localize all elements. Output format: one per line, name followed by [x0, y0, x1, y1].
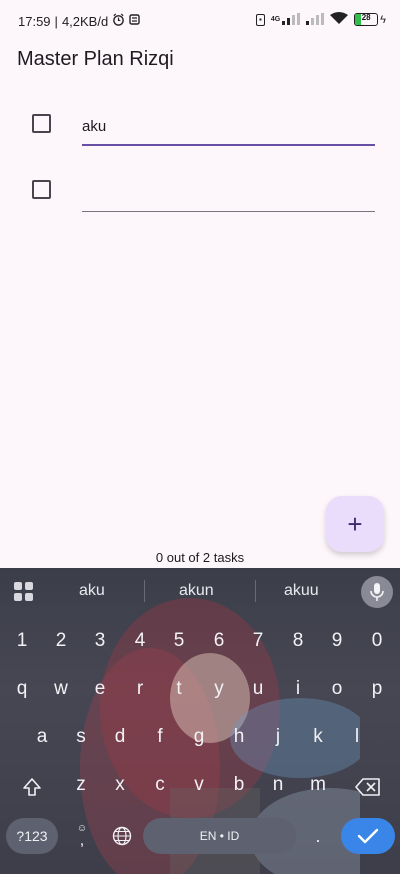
page-title: Master Plan Rizqi	[17, 48, 174, 70]
key-z[interactable]: z	[66, 774, 96, 796]
key-o[interactable]: o	[322, 678, 352, 700]
net-speed: 4,2KB/d	[61, 13, 109, 29]
key-l[interactable]: l	[342, 726, 372, 748]
key-n[interactable]: n	[263, 774, 293, 796]
backspace-icon	[355, 778, 380, 796]
key-v[interactable]: v	[184, 774, 214, 796]
symbols-key[interactable]: ?123	[6, 818, 58, 854]
status-bar: 17:59 | 4,2KB/d ▪ 4G 28 ϟ	[0, 0, 400, 42]
key-k[interactable]: k	[303, 726, 333, 748]
status-right: ▪ 4G 28 ϟ	[255, 12, 386, 27]
battery-icon: 28 ϟ	[354, 13, 386, 26]
network-type: 4G	[270, 16, 281, 23]
suggestion-item[interactable]: aku	[79, 582, 105, 600]
task-count: 0 out of 2 tasks	[155, 550, 245, 565]
key-x[interactable]: x	[105, 774, 135, 796]
globe-icon	[112, 826, 132, 846]
key-j[interactable]: j	[263, 726, 293, 748]
space-label: EN • ID	[199, 829, 240, 843]
key-t[interactable]: t	[164, 678, 194, 700]
key-1[interactable]: 1	[7, 630, 37, 652]
status-time: 17:59	[18, 13, 51, 29]
key-w[interactable]: w	[46, 678, 76, 700]
status-left: 17:59 | 4,2KB/d	[18, 13, 140, 29]
key-a[interactable]: a	[27, 726, 57, 748]
key-y[interactable]: y	[204, 678, 234, 700]
key-m[interactable]: m	[303, 774, 333, 796]
charging-icon: ϟ	[380, 13, 386, 26]
shift-key[interactable]	[12, 772, 52, 802]
comma-key[interactable]: ☺ ,	[68, 818, 96, 854]
task-row: aku	[0, 104, 400, 164]
key-d[interactable]: d	[105, 726, 135, 748]
suggestion-item[interactable]: akun	[179, 582, 214, 600]
key-e[interactable]: e	[85, 678, 115, 700]
key-q[interactable]: q	[7, 678, 37, 700]
key-b[interactable]: b	[224, 774, 254, 796]
grid-menu-icon[interactable]	[14, 582, 34, 602]
key-s[interactable]: s	[66, 726, 96, 748]
key-f[interactable]: f	[145, 726, 175, 748]
shift-icon	[23, 778, 41, 796]
key-u[interactable]: u	[243, 678, 273, 700]
task-checkbox[interactable]	[32, 114, 51, 133]
key-h[interactable]: h	[224, 726, 254, 748]
soft-keyboard: aku akun akuu 1 2 3 4 5 6 7 8 9 0 q w e …	[0, 568, 400, 874]
key-4[interactable]: 4	[125, 630, 155, 652]
key-0[interactable]: 0	[362, 630, 392, 652]
volte-icon: ▪	[255, 13, 265, 26]
task-text-field[interactable]: aku	[82, 114, 375, 146]
microphone-button[interactable]	[361, 576, 393, 608]
period-key[interactable]: .	[305, 818, 331, 854]
notification-icon	[129, 13, 140, 29]
key-7[interactable]: 7	[243, 630, 273, 652]
key-i[interactable]: i	[283, 678, 313, 700]
key-r[interactable]: r	[125, 678, 155, 700]
suggestion-divider	[144, 580, 145, 602]
check-icon	[357, 828, 379, 844]
signal-icon	[282, 12, 301, 27]
task-row	[0, 170, 400, 230]
key-3[interactable]: 3	[85, 630, 115, 652]
suggestion-item[interactable]: akuu	[284, 582, 319, 600]
alarm-icon	[112, 13, 125, 29]
key-5[interactable]: 5	[164, 630, 194, 652]
task-text: aku	[82, 118, 107, 135]
add-task-button[interactable]: +	[326, 496, 384, 552]
microphone-icon	[370, 583, 384, 601]
language-key[interactable]	[106, 820, 138, 852]
battery-level: 28	[361, 13, 371, 22]
symbols-label: ?123	[16, 828, 48, 844]
suggestion-bar: aku akun akuu	[0, 568, 400, 614]
key-c[interactable]: c	[145, 774, 175, 796]
task-text-field[interactable]	[82, 180, 375, 212]
period-label: .	[315, 825, 321, 846]
backspace-key[interactable]	[348, 772, 388, 802]
comma-label: ,	[79, 832, 85, 849]
key-2[interactable]: 2	[46, 630, 76, 652]
task-underline	[82, 144, 375, 146]
key-p[interactable]: p	[362, 678, 392, 700]
wifi-icon	[330, 12, 349, 27]
space-key[interactable]: EN • ID	[143, 818, 296, 854]
plus-icon: +	[347, 509, 363, 539]
signal-icon-2	[306, 12, 325, 27]
status-separator: |	[54, 13, 58, 29]
key-8[interactable]: 8	[283, 630, 313, 652]
task-checkbox[interactable]	[32, 180, 51, 199]
key-9[interactable]: 9	[322, 630, 352, 652]
key-g[interactable]: g	[184, 726, 214, 748]
key-6[interactable]: 6	[204, 630, 234, 652]
suggestion-divider	[255, 580, 256, 602]
task-underline	[82, 211, 375, 212]
enter-key[interactable]	[341, 818, 395, 854]
